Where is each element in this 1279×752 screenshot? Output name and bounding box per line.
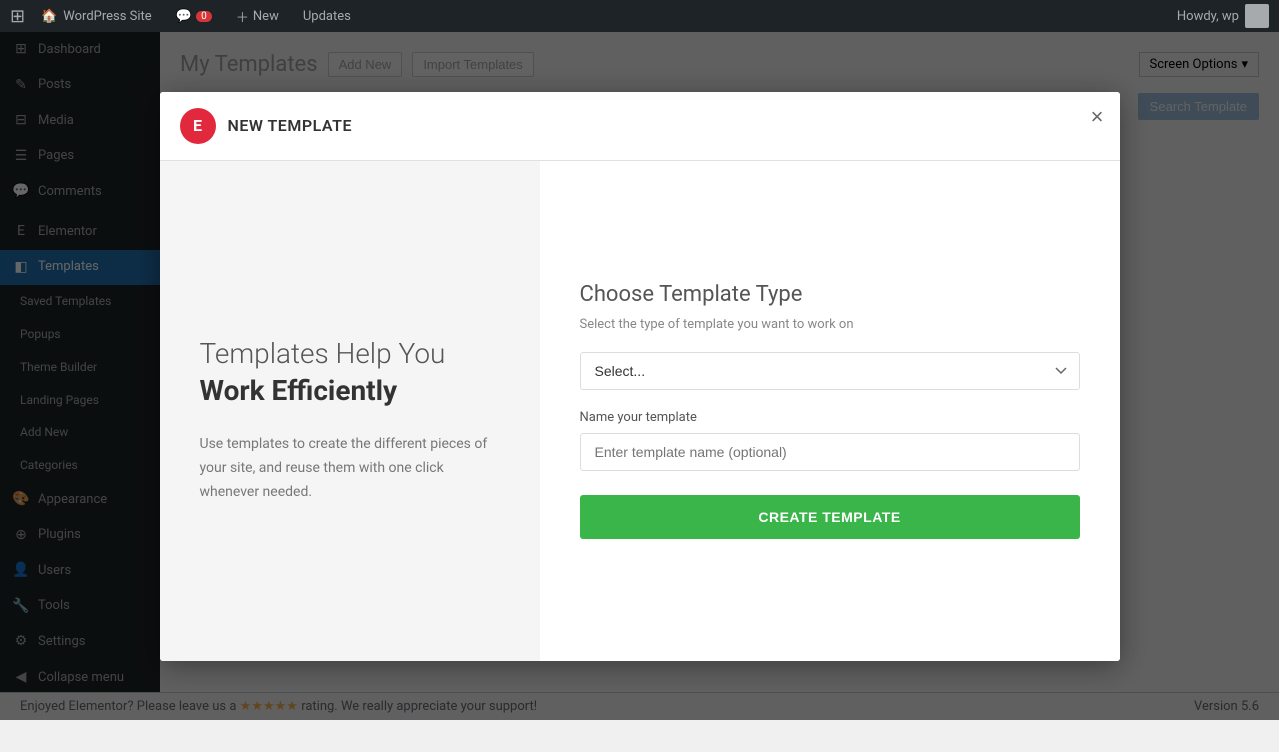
modal-close-button[interactable]: × (1091, 106, 1104, 128)
avatar[interactable] (1245, 4, 1269, 28)
new-label: New (253, 9, 279, 24)
modal-body: Templates Help You Work Efficiently Use … (160, 161, 1120, 661)
site-icon: 🏠 (41, 9, 57, 24)
site-link[interactable]: 🏠 WordPress Site (33, 9, 160, 24)
heading-line1: Templates Help You (200, 337, 446, 370)
comments-link[interactable]: 💬 0 (168, 9, 220, 24)
admin-bar-right: Howdy, wp (1177, 4, 1269, 28)
template-type-group: Select... Single Page Single Post Archiv… (580, 352, 1080, 390)
template-name-input[interactable] (580, 433, 1080, 471)
howdy-text: Howdy, wp (1177, 9, 1239, 24)
admin-bar: ⊞ 🏠 WordPress Site 💬 0 ＋ New Updates How… (0, 0, 1279, 32)
new-content-link[interactable]: ＋ New (228, 7, 287, 26)
create-template-button[interactable]: CREATE TEMPLATE (580, 495, 1080, 539)
wp-logo-icon[interactable]: ⊞ (10, 6, 25, 27)
heading-bold: Work Efficiently (200, 374, 398, 407)
elementor-logo-icon: E (180, 108, 216, 144)
comments-count: 0 (196, 11, 212, 22)
site-name: WordPress Site (63, 9, 151, 24)
modal-overlay[interactable]: E NEW TEMPLATE × Templates Help You Work… (0, 32, 1279, 720)
form-section-desc: Select the type of template you want to … (580, 317, 1080, 332)
template-name-label: Name your template (580, 410, 1080, 425)
modal-left-heading: Templates Help You Work Efficiently (200, 336, 500, 409)
template-name-group: Name your template (580, 410, 1080, 471)
modal-header: E NEW TEMPLATE × (160, 92, 1120, 161)
updates-label: Updates (303, 9, 351, 24)
new-template-modal: E NEW TEMPLATE × Templates Help You Work… (160, 92, 1120, 661)
modal-right-panel: Choose Template Type Select the type of … (540, 161, 1120, 661)
plus-icon: ＋ (236, 7, 249, 26)
modal-left-description: Use templates to create the different pi… (200, 433, 500, 504)
template-type-select[interactable]: Select... Single Page Single Post Archiv… (580, 352, 1080, 390)
form-section-title: Choose Template Type (580, 282, 1080, 307)
modal-left-panel: Templates Help You Work Efficiently Use … (160, 161, 540, 661)
comments-icon: 💬 (176, 9, 192, 24)
modal-title: NEW TEMPLATE (228, 116, 352, 135)
updates-link[interactable]: Updates (295, 9, 359, 24)
